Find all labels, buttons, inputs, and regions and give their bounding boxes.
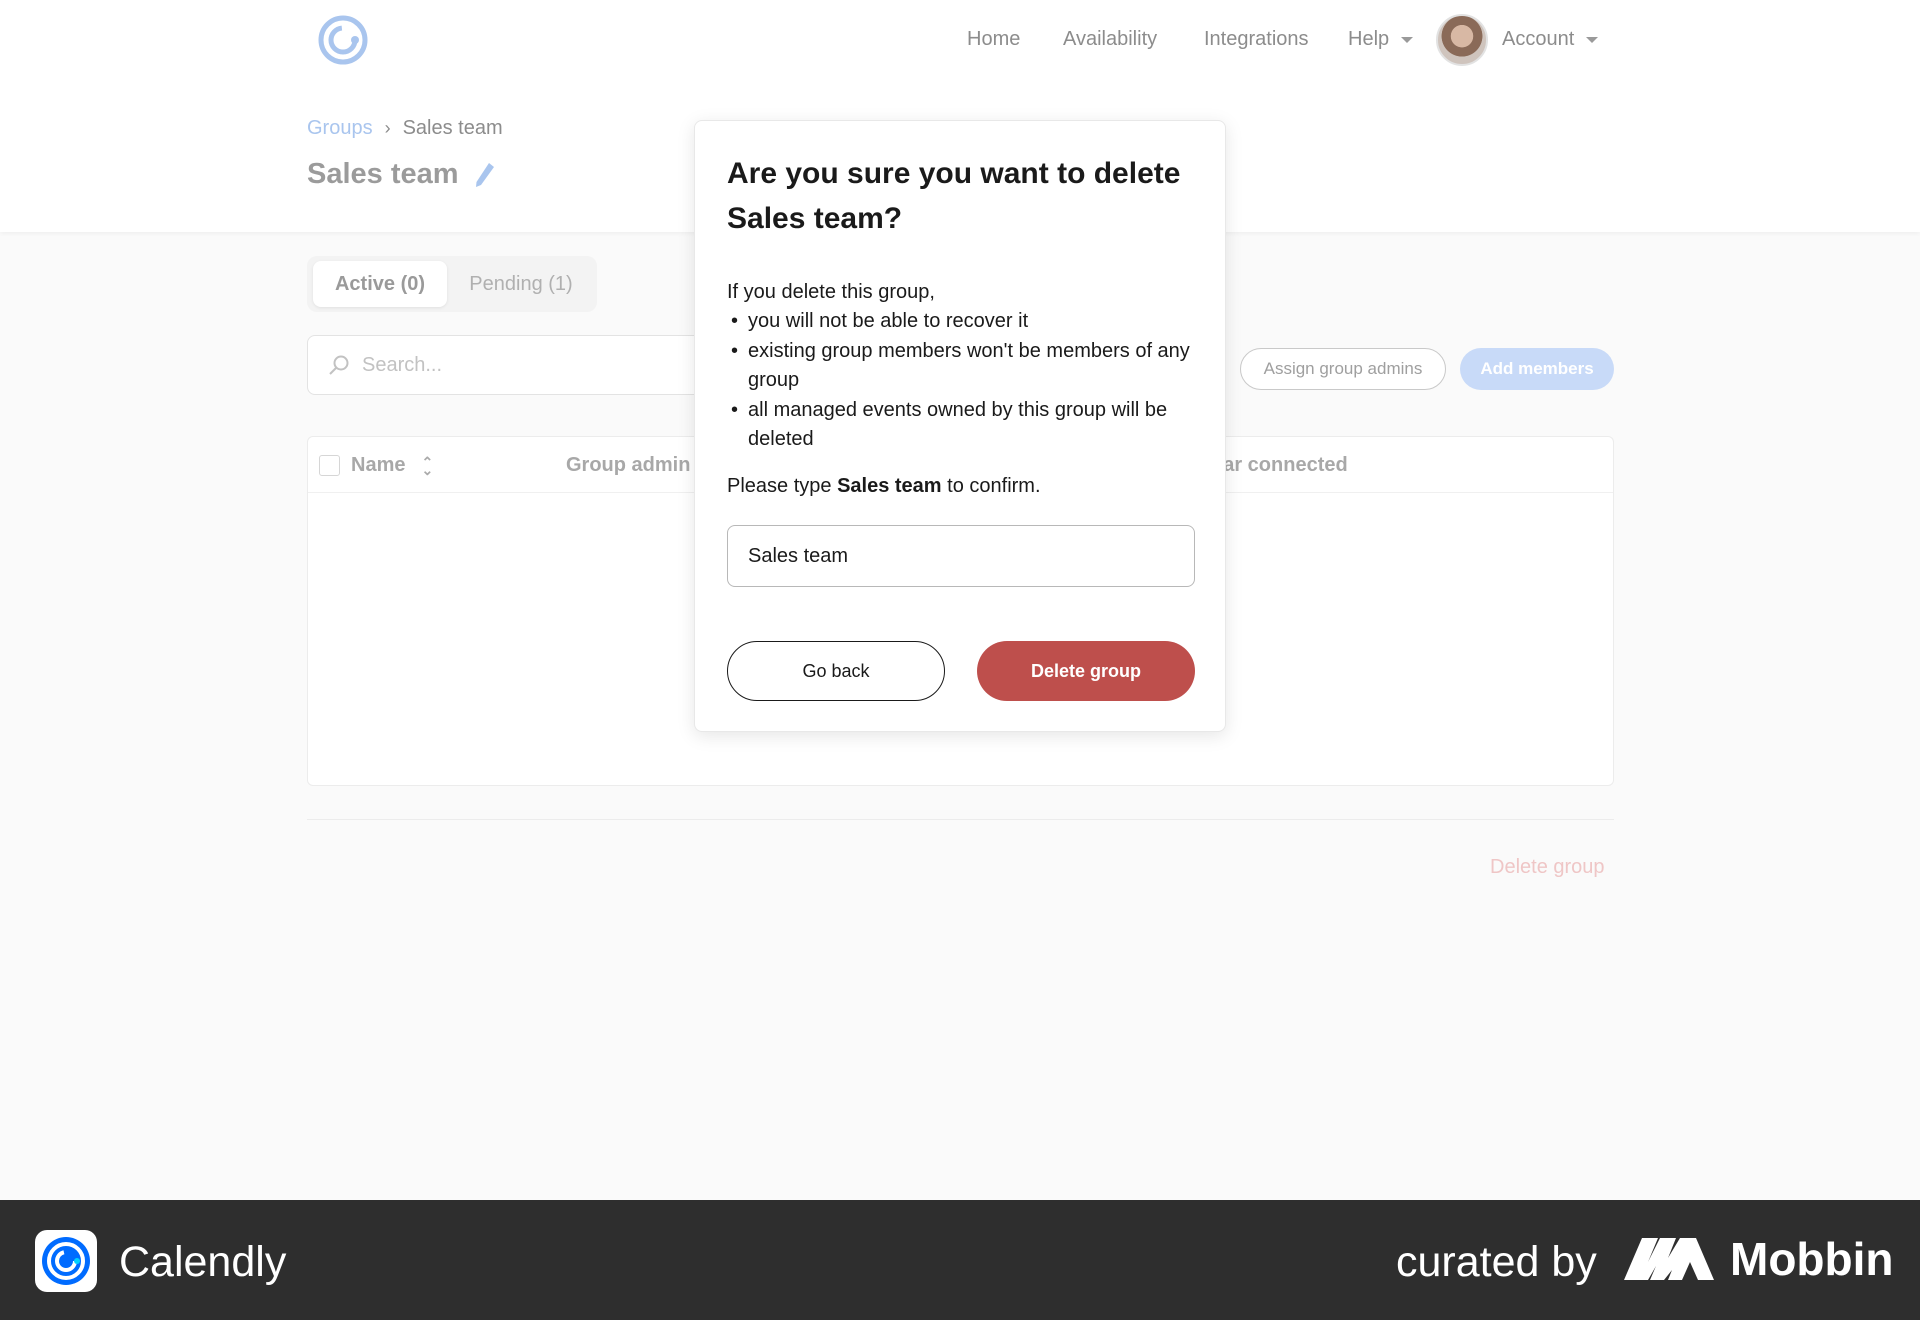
breadcrumb-current: Sales team: [402, 117, 503, 139]
chevron-down-icon: [1401, 36, 1414, 43]
go-back-button[interactable]: Go back: [727, 641, 945, 701]
confirm-group-name: Sales team: [837, 475, 942, 497]
nav-availability-link[interactable]: Availability: [1063, 28, 1157, 56]
list-item: existing group members won't be members …: [727, 337, 1197, 396]
delete-group-button[interactable]: Delete group: [977, 641, 1195, 701]
confirm-prefix: Please type: [727, 475, 832, 497]
calendly-logo-icon[interactable]: [318, 15, 368, 65]
assign-group-admins-button[interactable]: Assign group admins: [1240, 348, 1446, 390]
sort-icon: ⌃ ⌄: [421, 453, 434, 478]
page-title-row: Sales team: [307, 158, 497, 191]
column-header-calendar-connected: dar connected: [1211, 454, 1348, 476]
tab-pending[interactable]: Pending (1): [453, 261, 589, 307]
footer-app-name: Calendly: [119, 1238, 287, 1286]
calendly-logo-icon: [42, 1237, 90, 1285]
mobbin-logo-icon: [1624, 1238, 1714, 1280]
confirm-instruction: Please type Sales team to confirm.: [727, 475, 1041, 498]
search-icon: [329, 355, 349, 375]
nav-home-link[interactable]: Home: [967, 28, 1020, 56]
breadcrumb-groups-link[interactable]: Groups: [307, 117, 373, 140]
column-header-name-label: Name: [351, 454, 406, 476]
page-title: Sales team: [307, 158, 459, 190]
footer-brand: Mobbin: [1730, 1233, 1894, 1285]
pencil-edit-icon[interactable]: [473, 161, 497, 189]
nav-account-label: Account: [1502, 28, 1575, 50]
search-field[interactable]: Search...: [307, 335, 727, 395]
list-item: all managed events owned by this group w…: [727, 396, 1197, 455]
nav-account-menu[interactable]: Account: [1502, 28, 1599, 56]
confirm-suffix: to confirm.: [947, 475, 1041, 497]
footer-curated-by: curated by: [1396, 1238, 1597, 1286]
section-divider: [307, 819, 1614, 820]
column-header-group-admin: Group admin: [566, 454, 691, 476]
dialog-title: Are you sure you want to delete Sales te…: [727, 157, 1181, 235]
dialog-consequences-list: you will not be able to recover it exist…: [727, 307, 1197, 455]
footer-banner: Calendly curated by Mobbin: [0, 1200, 1920, 1320]
column-header-name[interactable]: Name ⌃ ⌄: [351, 454, 433, 477]
chevron-down-icon: [1586, 36, 1599, 43]
breadcrumb: Groups › Sales team: [307, 117, 503, 140]
nav-help-label: Help: [1348, 28, 1390, 50]
delete-group-link[interactable]: Delete group: [1490, 856, 1605, 879]
select-all-checkbox[interactable]: [319, 455, 340, 476]
confirm-name-input[interactable]: [727, 525, 1195, 587]
search-placeholder: Search...: [362, 353, 443, 376]
tab-active[interactable]: Active (0): [313, 261, 447, 307]
add-members-button[interactable]: Add members: [1460, 348, 1614, 390]
nav-integrations-link[interactable]: Integrations: [1204, 28, 1309, 56]
calendly-app-icon: [35, 1230, 97, 1292]
member-tabs: Active (0) Pending (1): [307, 256, 597, 312]
delete-group-dialog: Are you sure you want to delete Sales te…: [694, 120, 1226, 732]
list-item: you will not be able to recover it: [727, 307, 1197, 337]
chevron-right-icon: ›: [384, 118, 391, 138]
nav-help-menu[interactable]: Help: [1348, 28, 1414, 56]
dialog-intro: If you delete this group,: [727, 281, 935, 303]
avatar[interactable]: [1436, 14, 1488, 66]
